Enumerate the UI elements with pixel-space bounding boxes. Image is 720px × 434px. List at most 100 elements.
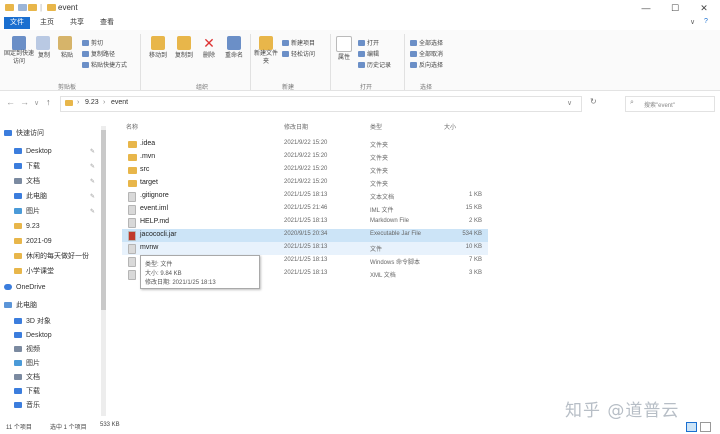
- file-row[interactable]: .mvn 2021/9/22 15:20 文件夹: [122, 151, 488, 164]
- sidebar-item[interactable]: 下载 ✎: [14, 161, 95, 173]
- column-date[interactable]: 修改日期: [284, 122, 308, 131]
- file-row[interactable]: HELP.md 2021/1/25 18:13 Markdown File 2 KB: [122, 216, 488, 229]
- copy-to-button[interactable]: 复制到: [172, 36, 196, 59]
- select-all-button[interactable]: 全部选择: [410, 38, 443, 47]
- search-placeholder: 搜索"event": [644, 103, 675, 109]
- history-button[interactable]: 历史记录: [358, 60, 391, 69]
- column-name[interactable]: 名称: [126, 122, 138, 131]
- sidebar-item[interactable]: 小学课堂: [14, 266, 54, 278]
- sidebar-item[interactable]: 休闲的每天做好一份: [14, 251, 89, 263]
- nav-onedrive[interactable]: OneDrive: [4, 282, 46, 294]
- sidebar-item[interactable]: Desktop ✎: [14, 146, 95, 158]
- move-to-button[interactable]: 移动到: [146, 36, 170, 59]
- details-view-icon[interactable]: [686, 422, 697, 432]
- breadcrumb-9-23[interactable]: 9.23: [85, 99, 99, 106]
- properties-button[interactable]: 属性: [335, 36, 353, 61]
- file-row[interactable]: .idea 2021/9/22 15:20 文件夹: [122, 138, 488, 151]
- folder-icon: [128, 180, 137, 187]
- sidebar-item[interactable]: 文档: [14, 372, 40, 384]
- large-icons-view-icon[interactable]: [700, 422, 711, 432]
- sidebar-item[interactable]: 音乐: [14, 400, 40, 412]
- recent-locations-icon[interactable]: ∨: [34, 99, 39, 107]
- maximize-button[interactable]: ☐: [661, 1, 689, 15]
- sidebar-item[interactable]: 3D 对象: [14, 316, 51, 328]
- cut-button[interactable]: 剪切: [82, 38, 103, 47]
- cut-icon: [82, 40, 89, 47]
- pin-quick-access-button[interactable]: 固定到快速访问: [4, 36, 34, 66]
- close-button[interactable]: ✕: [690, 1, 718, 15]
- move-to-icon: [151, 36, 165, 50]
- copy-button[interactable]: 复制: [36, 36, 52, 59]
- address-bar[interactable]: › 9.23 › event ∨: [60, 96, 582, 112]
- copy-path-button[interactable]: 复制路径: [82, 49, 115, 58]
- file-row[interactable]: .gitignore 2021/1/25 18:13 文本文档 1 KB: [122, 190, 488, 203]
- help-icon[interactable]: ?: [704, 18, 708, 25]
- sidebar-item[interactable]: 下载: [14, 386, 40, 398]
- tab-home[interactable]: 主页: [34, 17, 60, 29]
- select-none-button[interactable]: 全部取消: [410, 49, 443, 58]
- ribbon-separator: [140, 34, 141, 90]
- file-size: 1 KB: [468, 192, 482, 198]
- easy-access-button[interactable]: 轻松访问: [282, 49, 315, 58]
- file-row[interactable]: event.iml 2021/1/25 21:46 IML 文件 15 KB: [122, 203, 488, 216]
- file-icon: [128, 205, 136, 215]
- file-row[interactable]: target 2021/9/22 15:20 文件夹: [122, 177, 488, 190]
- column-size[interactable]: 大小: [444, 122, 456, 131]
- sidebar-item[interactable]: Desktop: [14, 330, 52, 342]
- file-icon: [128, 192, 136, 202]
- paste-button[interactable]: 粘贴: [58, 36, 76, 59]
- file-name: .mvn: [140, 153, 156, 160]
- sidebar-item-label: 3D 对象: [26, 318, 51, 325]
- tab-view[interactable]: 查看: [94, 17, 120, 29]
- properties-quick-icon[interactable]: [18, 4, 27, 11]
- paste-shortcut-button[interactable]: 粘贴快捷方式: [82, 60, 127, 69]
- sidebar-item[interactable]: 此电脑 ✎: [14, 191, 95, 203]
- minimize-button[interactable]: —: [632, 1, 660, 15]
- file-type: Markdown File: [370, 218, 410, 224]
- delete-button[interactable]: ✕ 删除: [200, 36, 218, 59]
- file-date: 2021/1/25 21:46: [284, 205, 328, 211]
- tab-file[interactable]: 文件: [4, 17, 30, 29]
- folder-icon: [5, 4, 14, 11]
- new-item-button[interactable]: 新建项目: [282, 38, 315, 47]
- file-type: 文本文档: [370, 195, 395, 201]
- new-folder-quick-icon[interactable]: [28, 4, 37, 11]
- open-button[interactable]: 打开: [358, 38, 379, 47]
- file-size: 2 KB: [468, 218, 482, 224]
- pin-icon: ✎: [90, 164, 96, 170]
- pin-icon: [12, 36, 26, 50]
- ribbon-expand-icon[interactable]: ∨: [690, 18, 695, 26]
- folder-icon: [14, 332, 22, 339]
- folder-icon: [14, 388, 22, 395]
- folder-icon: [14, 163, 22, 170]
- file-row[interactable]: src 2021/9/22 15:20 文件夹: [122, 164, 488, 177]
- sidebar-item[interactable]: 2021-09: [14, 236, 52, 248]
- file-type: Windows 命令脚本: [370, 260, 421, 266]
- tab-share[interactable]: 共享: [64, 17, 90, 29]
- file-row[interactable]: mvnw 2021/1/25 18:13 文件 10 KB: [122, 242, 488, 255]
- nav-quick-access[interactable]: 快速访问: [4, 128, 44, 140]
- edit-button[interactable]: 编辑: [358, 49, 379, 58]
- file-row[interactable]: jacococli.jar 2020/9/15 20:34 Executable J…: [122, 229, 488, 242]
- sidebar-item[interactable]: 图片: [14, 358, 40, 370]
- file-size: 10 KB: [465, 244, 482, 250]
- sidebar-item[interactable]: 视频: [14, 344, 40, 356]
- invert-selection-button[interactable]: 反向选择: [410, 60, 443, 69]
- sidebar-item[interactable]: 文档 ✎: [14, 176, 95, 188]
- refresh-icon[interactable]: ↻: [590, 97, 597, 106]
- new-folder-button[interactable]: 新建文件夹: [254, 36, 278, 66]
- nav-scrollbar-thumb[interactable]: [101, 130, 106, 310]
- breadcrumb-event[interactable]: event: [111, 99, 128, 106]
- folder-icon: [14, 208, 22, 215]
- address-dropdown-icon[interactable]: ∨: [567, 99, 572, 107]
- sidebar-item[interactable]: 图片 ✎: [14, 206, 95, 218]
- forward-icon[interactable]: →: [20, 97, 29, 107]
- nav-this-pc[interactable]: 此电脑: [4, 300, 37, 312]
- rename-button[interactable]: 重命名: [222, 36, 246, 59]
- column-type[interactable]: 类型: [370, 122, 382, 131]
- ribbon-separator: [404, 34, 405, 90]
- up-icon[interactable]: ↑: [46, 97, 51, 107]
- sidebar-item[interactable]: 9.23: [14, 221, 40, 233]
- back-icon[interactable]: ←: [6, 97, 15, 107]
- search-input[interactable]: ⌕ 搜索"event": [625, 96, 715, 112]
